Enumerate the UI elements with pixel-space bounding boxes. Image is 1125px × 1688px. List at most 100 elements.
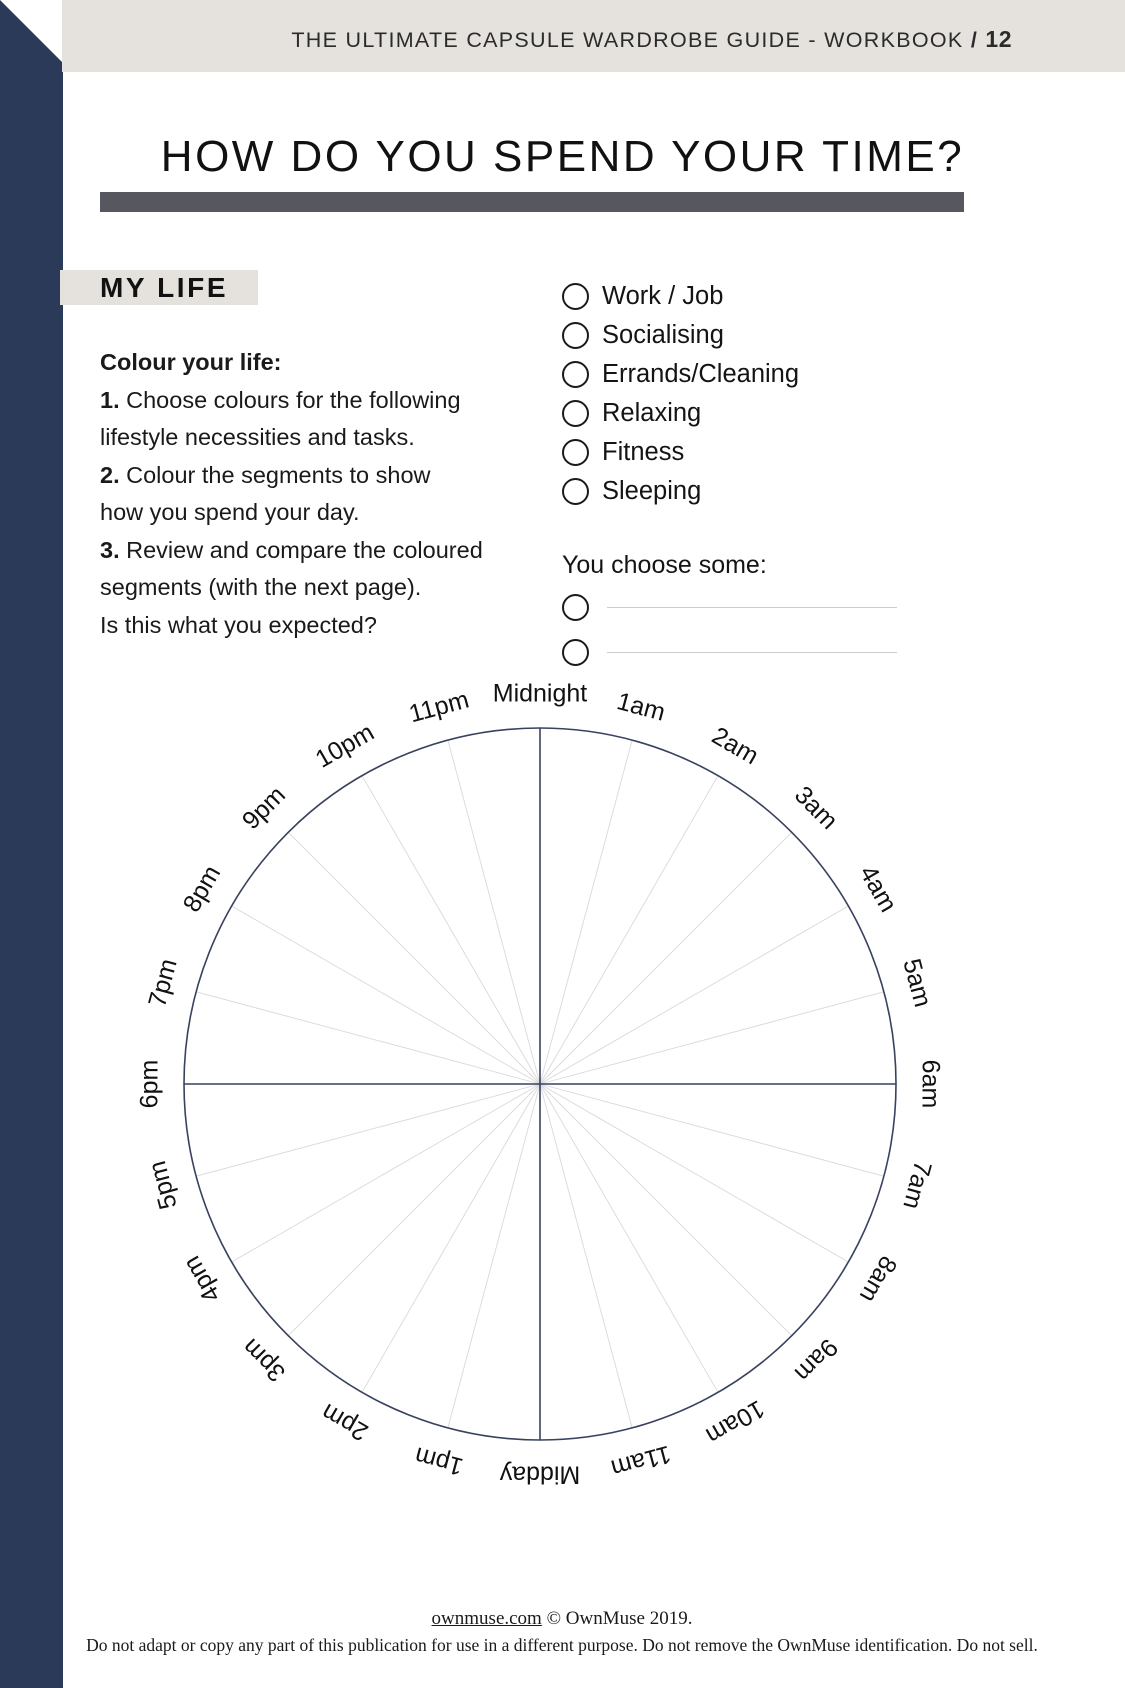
instruction-step-2-line-1: 2. Colour the segments to show <box>100 457 530 495</box>
title-underline-bar <box>100 192 964 212</box>
wheel-hour-label: 4am <box>854 861 903 917</box>
footer-copyright-line: ownmuse.com © OwnMuse 2019. <box>62 1608 1062 1630</box>
wheel-hour-label: 5am <box>897 956 937 1010</box>
wheel-hour-label: 2am <box>707 722 763 771</box>
instruction-step-1-line-1: 1. Choose colours for the following <box>100 382 530 420</box>
option-label: Sleeping <box>602 476 702 505</box>
wheel-hour-label: Midday <box>499 1460 580 1488</box>
wheel-spoke-line <box>539 1083 633 1428</box>
instruction-step-1-line-2: lifestyle necessities and tasks. <box>100 424 415 450</box>
wheel-spoke-line <box>196 991 541 1085</box>
wheel-spoke-line <box>361 1083 541 1393</box>
instruction-step-3-number: 3. <box>100 536 120 563</box>
circle-checkbox-icon[interactable] <box>562 361 589 388</box>
header-page-number: 12 <box>985 26 1012 52</box>
wheel-hour-label: 9pm <box>237 781 291 835</box>
wheel-hour-label: 6am <box>916 1060 944 1109</box>
option-label: Fitness <box>602 437 685 466</box>
option-row-errands-cleaning[interactable]: Errands/Cleaning <box>562 355 799 394</box>
wheel-hour-label: 3pm <box>237 1333 291 1387</box>
wheel-hour-label: 8pm <box>178 861 227 917</box>
wheel-spoke-line <box>196 1083 541 1177</box>
wheel-spoke-line <box>447 740 541 1085</box>
workbook-page: THE ULTIMATE CAPSULE WARDROBE GUIDE - WO… <box>0 0 1125 1688</box>
option-row-relaxing[interactable]: Relaxing <box>562 394 799 433</box>
wheel-hour-label: 11pm <box>406 686 472 729</box>
instruction-closing-question: Is this what you expected? <box>100 611 377 638</box>
footer-legal-notice: Do not adapt or copy any part of this pu… <box>86 1635 1038 1655</box>
header-title-text: THE ULTIMATE CAPSULE WARDROBE GUIDE - WO… <box>291 28 964 52</box>
wheel-spoke-line <box>539 1083 884 1177</box>
header-breadcrumb: THE ULTIMATE CAPSULE WARDROBE GUIDE - WO… <box>291 26 1012 53</box>
circle-checkbox-icon[interactable] <box>562 594 589 621</box>
wheel-spoke-line <box>539 991 884 1085</box>
circle-checkbox-icon[interactable] <box>562 400 589 427</box>
instruction-step-2-number: 2. <box>100 461 120 488</box>
instruction-step-3-line-1: 3. Review and compare the coloured <box>100 532 530 570</box>
wheel-hour-label: 7am <box>897 1158 937 1212</box>
option-row-fitness[interactable]: Fitness <box>562 433 799 472</box>
option-label: Relaxing <box>602 398 702 427</box>
header-separator: / <box>970 28 979 52</box>
option-label: Socialising <box>602 320 724 349</box>
page-title: HOW DO YOU SPEND YOUR TIME? <box>160 132 965 181</box>
wheel-hour-label: 1pm <box>412 1441 466 1481</box>
instruction-step-1-text-1: Choose colours for the following <box>126 386 461 413</box>
wheel-hour-label: 1am <box>614 687 668 727</box>
wheel-hour-label: 7pm <box>143 956 183 1010</box>
instructions-block: Colour your life: 1. Choose colours for … <box>100 344 530 644</box>
wheel-spoke-line <box>231 905 541 1085</box>
wheel-spoke-line <box>231 1083 541 1263</box>
wheel-spoke-line <box>539 775 719 1085</box>
custom-option-row-1[interactable] <box>562 594 897 621</box>
footer-copyright-text: © OwnMuse 2019. <box>546 1608 693 1629</box>
write-in-line[interactable] <box>607 652 897 653</box>
option-row-socialising[interactable]: Socialising <box>562 316 799 355</box>
wheel-spoke-line <box>539 1083 849 1263</box>
circle-checkbox-icon[interactable] <box>562 639 589 666</box>
instruction-step-3-line-2: segments (with the next page). <box>100 574 422 600</box>
wheel-hour-label: 5pm <box>143 1158 183 1212</box>
wheel-hour-label: 10am <box>701 1394 769 1450</box>
wheel-hour-label: 8am <box>854 1251 903 1307</box>
wheel-spoke-line <box>539 740 633 1085</box>
wheel-hour-label: 6pm <box>136 1060 164 1109</box>
wheel-hour-label: 3am <box>789 781 843 835</box>
wheel-spoke-line <box>287 1083 541 1337</box>
time-wheel-chart[interactable]: Midnight 1am 2am 3am 4am 5am 6am 7am 8am 9am 10am 1… <box>0 672 1080 1502</box>
wheel-hour-label: 4pm <box>178 1251 227 1307</box>
wheel-spoke-line <box>539 831 793 1085</box>
instruction-step-1-number: 1. <box>100 386 120 413</box>
wheel-spoke-line <box>287 831 541 1085</box>
wheel-spoke-line <box>361 775 541 1085</box>
instruction-step-2-line-2: how you spend your day. <box>100 499 360 525</box>
wheel-spoke-line <box>539 1083 793 1337</box>
instruction-step-3-text-1: Review and compare the coloured <box>126 536 483 563</box>
circle-checkbox-icon[interactable] <box>562 283 589 310</box>
wheel-hour-label: 10pm <box>311 718 379 774</box>
option-label: Errands/Cleaning <box>602 359 800 388</box>
page-footer: ownmuse.com © OwnMuse 2019. Do not adapt… <box>62 1608 1062 1656</box>
wheel-hour-label: 11am <box>608 1440 674 1483</box>
option-row-work-job[interactable]: Work / Job <box>562 277 799 316</box>
footer-website-link[interactable]: ownmuse.com <box>432 1608 542 1629</box>
section-label-my-life: MY LIFE <box>100 272 229 303</box>
wheel-spoke-line <box>447 1083 541 1428</box>
circle-checkbox-icon[interactable] <box>562 439 589 466</box>
circle-checkbox-icon[interactable] <box>562 478 589 505</box>
lifestyle-option-list: Work / Job Socialising Errands/Cleaning … <box>562 277 799 511</box>
wheel-spoke-line <box>539 1083 719 1393</box>
wheel-hour-label: 2pm <box>317 1398 373 1447</box>
instructions-heading: Colour your life: <box>100 349 282 375</box>
wheel-spoke-line <box>539 905 849 1085</box>
time-wheel-svg[interactable]: Midnight 1am 2am 3am4am 5am 6am 7am 8am9am 10am 1… <box>0 672 1080 1502</box>
custom-option-row-2[interactable] <box>562 639 897 666</box>
wheel-hour-label: 9am <box>789 1333 843 1387</box>
wheel-hour-label: Midnight <box>493 680 588 708</box>
circle-checkbox-icon[interactable] <box>562 322 589 349</box>
choose-some-heading: You choose some: <box>562 551 767 579</box>
option-row-sleeping[interactable]: Sleeping <box>562 472 799 511</box>
write-in-line[interactable] <box>607 607 897 608</box>
instruction-step-2-text-1: Colour the segments to show <box>126 461 431 488</box>
option-label: Work / Job <box>602 281 724 310</box>
